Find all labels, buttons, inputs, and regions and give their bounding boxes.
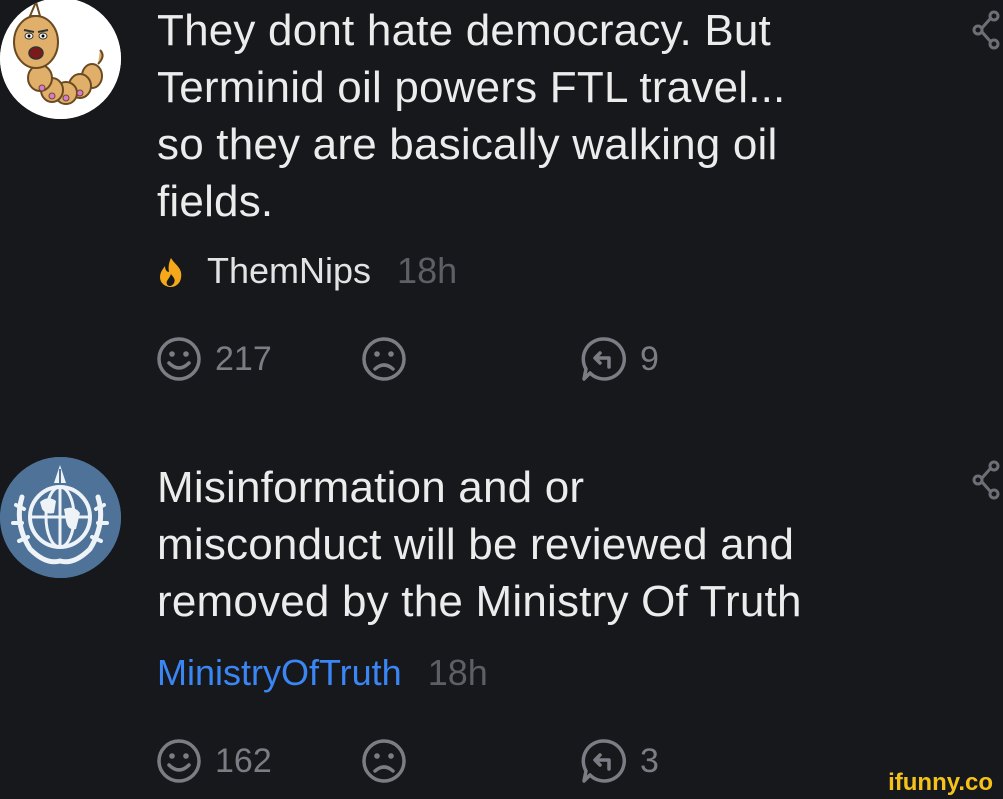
grub-avatar-image: [0, 0, 121, 119]
comment-line: so they are basically walking oil: [157, 120, 778, 169]
comment-actions: 162 3: [0, 737, 1003, 787]
comment-line: fields.: [157, 177, 274, 226]
share-icon[interactable]: [970, 460, 1003, 500]
comment-line: Misinformation and or: [157, 463, 585, 512]
comment-author[interactable]: MinistryOfTruth: [157, 652, 402, 694]
smile-icon: [157, 337, 201, 381]
comment-author[interactable]: ThemNips: [207, 250, 371, 292]
frown-icon: [362, 739, 406, 783]
downvote-button[interactable]: [360, 737, 408, 785]
comment-line: They dont hate democracy. But: [157, 6, 771, 55]
share-icon[interactable]: [970, 10, 1003, 50]
comment-line: Terminid oil powers FTL travel...: [157, 63, 786, 112]
globe-emblem-image: [0, 457, 121, 578]
upvote-button[interactable]: 162: [155, 737, 272, 785]
user-avatar-themnips[interactable]: [0, 0, 121, 119]
comment-meta: ThemNips 18h: [157, 249, 457, 293]
reply-icon: [581, 739, 627, 783]
reply-count: 9: [640, 339, 659, 378]
comment-timestamp: 18h: [397, 250, 458, 291]
reply-button[interactable]: 9: [580, 335, 659, 383]
comment-body: Misinformation and or misconduct will be…: [157, 459, 877, 630]
ifunny-watermark: ifunny.co: [888, 769, 993, 796]
comment-body: They dont hate democracy. But Terminid o…: [157, 2, 877, 230]
comment-line: misconduct will be reviewed and: [157, 520, 795, 569]
flame-icon: [157, 255, 185, 287]
comment-meta: MinistryOfTruth 18h: [157, 651, 488, 695]
reply-count: 3: [640, 741, 659, 780]
comment-timestamp: 18h: [427, 652, 488, 693]
frown-icon: [362, 337, 406, 381]
reply-icon: [581, 337, 627, 381]
reply-button[interactable]: 3: [580, 737, 659, 785]
upvote-count: 217: [215, 339, 272, 378]
comment-line: removed by the Ministry Of Truth: [157, 577, 802, 626]
downvote-button[interactable]: [360, 335, 408, 383]
user-avatar-ministryoftruth[interactable]: [0, 457, 121, 578]
upvote-count: 162: [215, 741, 272, 780]
smile-icon: [157, 739, 201, 783]
comment-actions: 217 9: [0, 335, 1003, 385]
upvote-button[interactable]: 217: [155, 335, 272, 383]
